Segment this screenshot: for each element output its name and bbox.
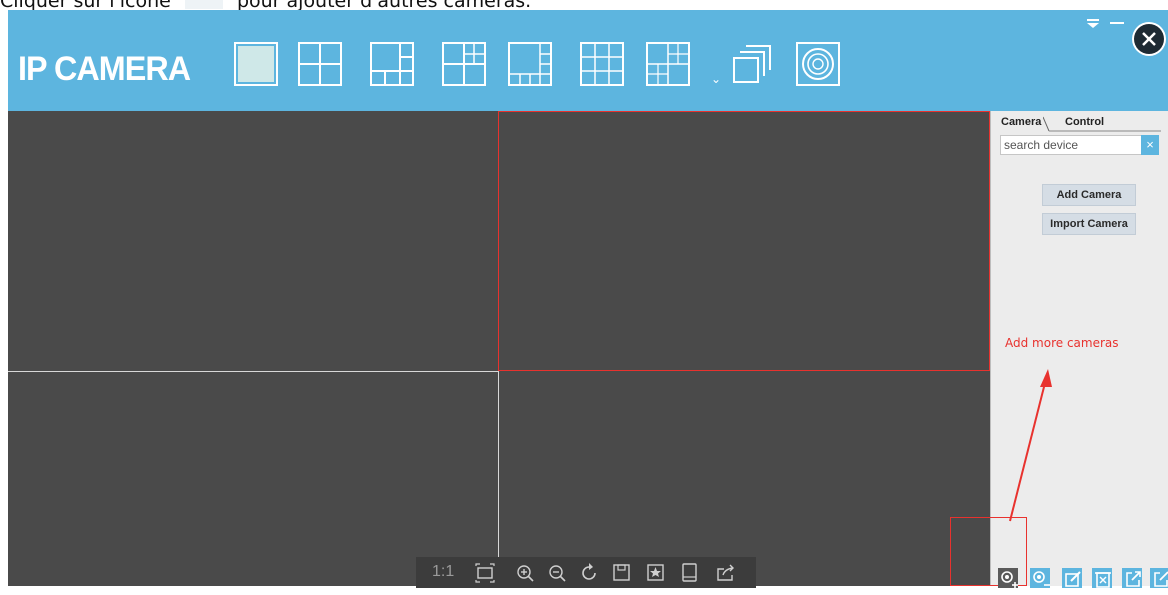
- camera-lens-button[interactable]: [796, 42, 840, 86]
- multi-window-icon: [733, 45, 771, 83]
- layout-13-icon: [648, 44, 688, 84]
- video-toolbar: 1:1: [416, 557, 756, 588]
- layout-more-icon[interactable]: ⌄: [711, 72, 721, 86]
- layout-6-button[interactable]: [370, 42, 414, 86]
- header-bar: IP CAMERA ⌄: [8, 10, 1168, 111]
- layout-1-button[interactable]: [234, 42, 278, 86]
- layout-9b-icon: [582, 44, 622, 84]
- clear-icon[interactable]: ×: [1141, 135, 1159, 155]
- side-tabs: Camera Control: [991, 111, 1168, 133]
- save-icon[interactable]: [612, 563, 632, 594]
- zoom-out-icon[interactable]: [548, 564, 568, 595]
- app-window: IP CAMERA ⌄ Camera Control search device…: [8, 10, 1168, 588]
- export-icon[interactable]: [1122, 568, 1142, 588]
- annotation-text: Add more cameras: [1005, 336, 1119, 350]
- edit-icon[interactable]: [1062, 568, 1082, 588]
- ratio-button[interactable]: 1:1: [432, 563, 454, 594]
- bookmark-icon[interactable]: [646, 563, 666, 594]
- multi-window-button[interactable]: [730, 42, 774, 86]
- layout-6-icon: [372, 44, 412, 84]
- annotation-arrow: [1009, 369, 1052, 522]
- layout-9b-button[interactable]: [580, 42, 624, 86]
- layout-4-icon: [300, 44, 340, 84]
- tablet-icon[interactable]: [680, 563, 700, 594]
- layout-4-button[interactable]: [298, 42, 342, 86]
- add-camera-button[interactable]: Add Camera: [1042, 184, 1136, 206]
- rotate-icon[interactable]: [580, 563, 600, 594]
- zoom-in-icon[interactable]: [516, 564, 536, 595]
- app-logo: IP CAMERA: [18, 50, 191, 88]
- layout-9-icon: [510, 44, 550, 84]
- tab-control[interactable]: Control: [1065, 116, 1104, 128]
- menu-down-icon[interactable]: [1086, 18, 1100, 30]
- import-camera-button[interactable]: Import Camera: [1042, 213, 1136, 235]
- add-camera-icon[interactable]: [998, 568, 1018, 588]
- camera-lens-icon: [802, 48, 834, 80]
- minimize-icon[interactable]: [1110, 21, 1124, 25]
- video-cell-1[interactable]: [8, 111, 498, 371]
- video-cell-3[interactable]: [8, 371, 499, 586]
- close-icon: [1134, 24, 1164, 54]
- caption-icon-placeholder: [184, 0, 223, 9]
- layout-8-icon: [444, 44, 484, 84]
- share-icon[interactable]: [716, 563, 736, 594]
- video-cell-4[interactable]: [499, 371, 990, 586]
- layout-8-button[interactable]: [442, 42, 486, 86]
- video-cell-2[interactable]: [498, 111, 990, 371]
- delete-icon[interactable]: [1092, 568, 1112, 588]
- search-input[interactable]: [1001, 136, 1139, 154]
- video-grid: [8, 111, 990, 586]
- layout-9-button[interactable]: [508, 42, 552, 86]
- layout-1-icon: [238, 46, 274, 82]
- search-box: ×: [1000, 135, 1159, 155]
- close-button[interactable]: [1132, 22, 1166, 56]
- tab-camera[interactable]: Camera: [1001, 116, 1041, 128]
- import-icon[interactable]: [1150, 568, 1168, 588]
- remove-camera-icon[interactable]: [1030, 568, 1050, 588]
- layout-13-button[interactable]: [646, 42, 690, 86]
- fit-screen-icon[interactable]: [474, 563, 496, 594]
